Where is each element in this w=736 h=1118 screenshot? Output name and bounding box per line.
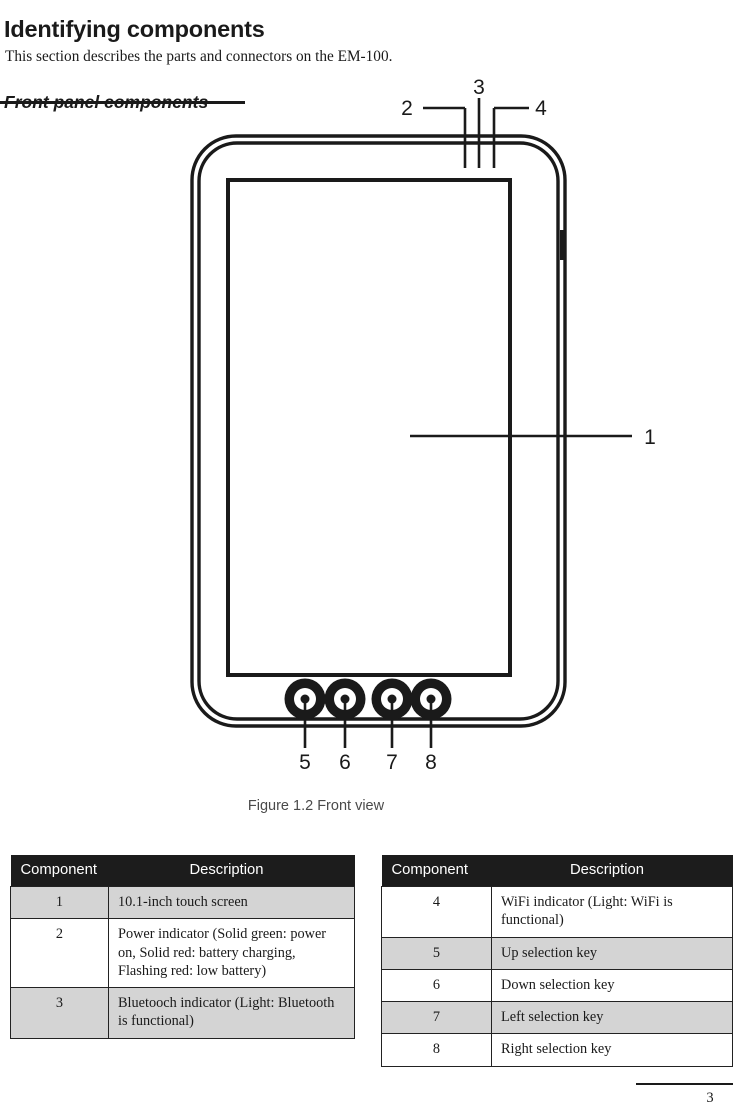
callout-number-4: 4 (535, 97, 547, 120)
cell-component-description: Left selection key (491, 1001, 733, 1035)
intro-paragraph: This section describes the parts and con… (5, 48, 393, 66)
callout-number-8: 8 (425, 751, 437, 774)
cell-component-description: Bluetooch indicator (Light: Bluetooth is… (108, 987, 355, 1039)
selection-keys (284, 678, 452, 720)
table-header-row: Component Description (10, 855, 355, 887)
callout-number-2: 2 (401, 97, 413, 120)
cell-component-description: Power indicator (Solid green: power on, … (108, 918, 355, 989)
cell-component-number: 4 (381, 886, 492, 938)
cell-component-number: 5 (381, 936, 492, 970)
cell-component-number: 7 (381, 1001, 492, 1035)
figure-caption: Figure 1.2 Front view (247, 798, 385, 814)
page-title: Identifying components (4, 15, 265, 42)
page-number: 3 (706, 1090, 714, 1106)
callout-leader-2 (423, 106, 467, 168)
component-table-right: Component Description 4 WiFi indicator (L… (381, 855, 733, 1067)
table-row: 1 10.1-inch touch screen (10, 885, 355, 920)
callout-leader-4 (492, 106, 529, 168)
side-button (560, 230, 566, 260)
cell-component-description: Down selection key (491, 968, 733, 1003)
callout-number-6: 6 (339, 751, 351, 774)
column-header-component: Component (381, 855, 492, 887)
component-table-left: Component Description 1 10.1-inch touch s… (10, 855, 355, 1039)
cell-component-number: 8 (381, 1033, 492, 1067)
cell-component-description: WiFi indicator (Light: WiFi is functiona… (491, 886, 733, 938)
table-row: 4 WiFi indicator (Light: WiFi is function… (381, 886, 733, 938)
cell-component-number: 6 (381, 968, 492, 1003)
cell-component-description: Up selection key (491, 936, 733, 970)
table-row: 3 Bluetooch indicator (Light: Bluetooth i… (10, 987, 355, 1039)
column-header-component: Component (10, 855, 109, 887)
callout-number-1: 1 (644, 426, 656, 449)
cell-component-number: 1 (10, 885, 109, 920)
cell-component-description: Right selection key (491, 1033, 733, 1067)
table-header-row: Component Description (381, 855, 733, 887)
callout-number-7: 7 (386, 751, 398, 774)
table-row: 6 Down selection key (381, 968, 733, 1003)
footer-rule (636, 1083, 733, 1085)
table-row: 8 Right selection key (381, 1033, 733, 1067)
column-header-description: Description (108, 855, 355, 887)
callout-number-5: 5 (299, 751, 311, 774)
table-row: 5 Up selection key (381, 936, 733, 970)
cell-component-description: 10.1-inch touch screen (108, 885, 355, 920)
front-view-figure: 2 3 4 1 5 6 7 8 (0, 70, 736, 780)
callout-number-3: 3 (473, 76, 485, 99)
table-row: 2 Power indicator (Solid green: power on,… (10, 918, 355, 989)
column-header-description: Description (491, 855, 733, 887)
touch-screen (226, 178, 512, 677)
cell-component-number: 3 (10, 987, 109, 1039)
device-illustration: 2 3 4 1 5 6 7 8 (190, 76, 656, 774)
cell-component-number: 2 (10, 918, 109, 989)
table-row: 7 Left selection key (381, 1001, 733, 1035)
